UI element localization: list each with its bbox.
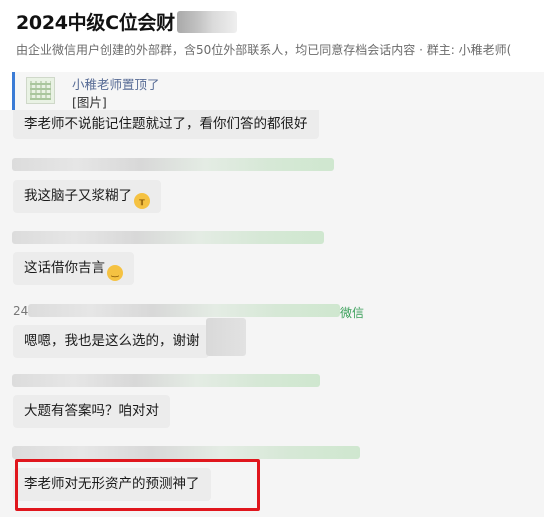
smiling-face-icon: ‿ — [107, 265, 123, 281]
group-title[interactable]: 2024中级C位会财 — [16, 8, 175, 35]
message-bubble[interactable]: 李老师不说能记住题就过了，看你们答的都很好 — [13, 110, 319, 139]
message-text: 大题有答案吗？咱对对 — [24, 403, 159, 419]
sender-name-prefix: 24 — [13, 304, 29, 318]
sender-name-redacted — [28, 304, 340, 317]
sender-name-redacted — [12, 231, 324, 244]
message-bubble[interactable]: 嗯嗯，我也是这么选的，谢谢 — [13, 325, 209, 358]
chat-header: 2024中级C位会财 由企业微信用户创建的外部群，含50位外部联系人，均已同意存… — [0, 0, 544, 68]
pinned-by-label: 小稚老师置顶了 — [72, 77, 160, 92]
sender-name-redacted — [12, 374, 320, 387]
message-bubble[interactable]: 这话借你吉言 ‿ — [13, 252, 134, 285]
pinned-image-thumbnail[interactable] — [26, 77, 55, 104]
message-text: 李老师不说能记住题就过了，看你们答的都很好 — [24, 116, 308, 132]
sender-name-redacted — [12, 158, 334, 171]
crying-face-icon: ╥ — [134, 193, 150, 209]
message-text: 我这脑子又浆糊了 — [24, 188, 132, 204]
pinned-message[interactable]: 小稚老师置顶了 [图片] — [12, 72, 544, 110]
title-row: 2024中级C位会财 — [16, 8, 237, 35]
message-text: 嗯嗯，我也是这么选的，谢谢 — [24, 333, 200, 349]
pinned-content: [图片] — [72, 95, 107, 110]
message-bubble[interactable]: 我这脑子又浆糊了 ╥ — [13, 180, 161, 213]
message-bubble[interactable]: 大题有答案吗？咱对对 — [13, 395, 170, 428]
title-redaction — [176, 10, 237, 33]
group-subtitle: 由企业微信用户创建的外部群，含50位外部联系人，均已同意存档会话内容 · 群主:… — [16, 43, 512, 57]
wechat-tag: 微信 — [340, 306, 365, 320]
sender-name-redacted — [12, 446, 360, 459]
highlight-box — [15, 459, 260, 511]
text-redaction — [206, 318, 246, 356]
message-text: 这话借你吉言 — [24, 260, 105, 276]
